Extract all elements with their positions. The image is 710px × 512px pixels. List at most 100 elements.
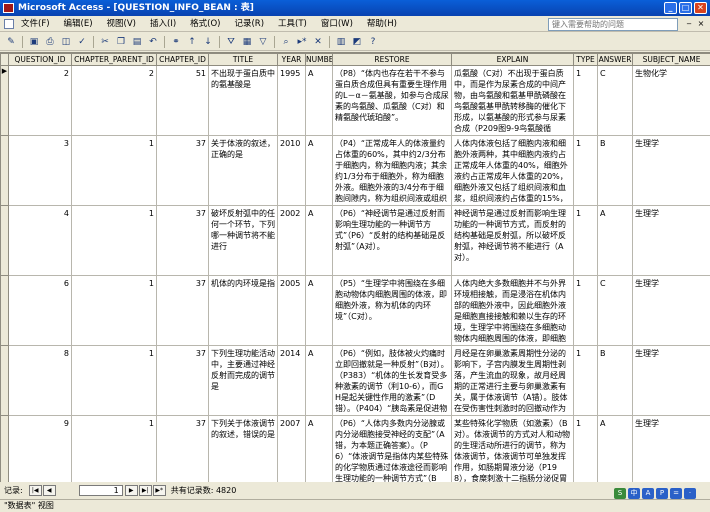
cell-subject-name[interactable]: 生理学 (632, 415, 710, 482)
cell-answer[interactable]: A (597, 205, 633, 276)
cell-chapter-parent-id[interactable]: 1 (71, 415, 157, 482)
column-header[interactable]: QUESTION_ID (8, 53, 72, 66)
row-selector[interactable] (0, 275, 9, 346)
cell-year[interactable]: 2014 (277, 345, 306, 416)
cell-chapter-parent-id[interactable]: 1 (71, 345, 157, 416)
cell-title[interactable]: 机体的内环境是指 (208, 275, 278, 346)
menu-view[interactable]: 视图(V) (100, 16, 143, 32)
cell-number[interactable]: A (305, 275, 333, 346)
doc-close-icon[interactable]: × (696, 18, 706, 30)
table-document-icon[interactable] (4, 18, 14, 29)
select-all-corner[interactable] (0, 53, 9, 66)
column-header[interactable]: RESTORE (332, 53, 452, 66)
menu-insert[interactable]: 插入(I) (143, 16, 183, 32)
new-object-icon[interactable]: ◩ (350, 35, 364, 48)
cell-answer[interactable]: C (597, 65, 633, 136)
first-record-button[interactable]: |◀ (28, 485, 42, 496)
row-selector[interactable] (0, 205, 9, 276)
cell-explain[interactable]: 某些特殊化学物质（如激素）（B对）。体液调节的方式对人和动物的生理活动所进行的调… (451, 415, 574, 482)
cell-title[interactable]: 不出现于蛋白质中的氨基酸是 (208, 65, 278, 136)
cell-chapter-parent-id[interactable]: 1 (71, 275, 157, 346)
menu-window[interactable]: 窗口(W) (314, 16, 360, 32)
cell-chapter-parent-id[interactable]: 1 (71, 205, 157, 276)
cell-restore[interactable]: （P5）“生理学中将围绕在多细胞动物体内细胞周围的体液，即细胞外液，称为机体的内… (332, 275, 452, 346)
ime-dot-icon[interactable]: · (684, 488, 696, 499)
cell-subject-name[interactable]: 生理学 (632, 275, 710, 346)
cell-title[interactable]: 关于体液的叙述，正确的是 (208, 135, 278, 206)
cell-year[interactable]: 2007 (277, 415, 306, 482)
cell-restore[interactable]: （P6）“人体内多数内分泌腺或内分泌细胞接受神经的支配”（A错，为本题正确答案）… (332, 415, 452, 482)
cell-subject-name[interactable]: 生物化学 (632, 65, 710, 136)
undo-icon[interactable]: ↶ (146, 35, 160, 48)
cell-chapter-id[interactable]: 37 (156, 205, 209, 276)
cell-title[interactable]: 下列关于体液调节的叙述，错误的是 (208, 415, 278, 482)
cell-year[interactable]: 2005 (277, 275, 306, 346)
ime-p-icon[interactable]: P (656, 488, 668, 499)
cell-question-id[interactable]: 6 (8, 275, 72, 346)
column-header[interactable]: NUMBER (305, 53, 333, 66)
find-icon[interactable]: ⌕ (279, 35, 293, 48)
row-selector[interactable] (0, 135, 9, 206)
cell-answer[interactable]: A (597, 415, 633, 482)
menu-tools[interactable]: 工具(T) (271, 16, 314, 32)
new-record-icon[interactable]: ▸* (295, 35, 309, 48)
cell-type[interactable]: 1 (573, 135, 598, 206)
cell-restore[interactable]: （P8）“体内也存在若干不参与蛋白质合成但具有重要生理作用的L－α－氨基酸，如参… (332, 65, 452, 136)
column-header[interactable]: ANSWER (597, 53, 633, 66)
column-header[interactable]: TYPE (573, 53, 598, 66)
spelling-icon[interactable]: ✓ (75, 35, 89, 48)
filter-by-form-icon[interactable]: ▦ (240, 35, 254, 48)
menu-file[interactable]: 文件(F) (14, 16, 57, 32)
insert-hyperlink-icon[interactable]: ⚭ (169, 35, 183, 48)
menu-format[interactable]: 格式(O) (183, 16, 227, 32)
cell-answer[interactable]: B (597, 345, 633, 416)
cell-number[interactable]: A (305, 65, 333, 136)
row-selector[interactable]: ▶ (0, 65, 9, 136)
record-number-field[interactable]: 1 (78, 485, 123, 496)
cell-chapter-id[interactable]: 37 (156, 345, 209, 416)
cell-title[interactable]: 破坏反射弧中的任何一个环节，下列哪一种调节将不能进行 (208, 205, 278, 276)
maximize-button[interactable]: □ (679, 2, 692, 14)
menu-records[interactable]: 记录(R) (227, 16, 271, 32)
doc-minimize-icon[interactable]: ‒ (684, 18, 694, 30)
cell-question-id[interactable]: 9 (8, 415, 72, 482)
copy-icon[interactable]: ❐ (114, 35, 128, 48)
cell-explain[interactable]: 瓜氨酸（C对）不出现于蛋白质中，而是作为尿素合成的中间产物，由鸟氨酸和氨基甲酰磷… (451, 65, 574, 136)
ime-equal-icon[interactable]: = (670, 488, 682, 499)
cell-explain[interactable]: 人体内绝大多数细胞并不与外界环境相接触，而是浸浴在机体内部的细胞外液中，因此细胞… (451, 275, 574, 346)
cell-chapter-id[interactable]: 37 (156, 275, 209, 346)
last-record-button[interactable]: ▶| (138, 485, 152, 496)
ime-a-icon[interactable]: A (642, 488, 654, 499)
cell-chapter-parent-id[interactable]: 2 (71, 65, 157, 136)
cell-type[interactable]: 1 (573, 65, 598, 136)
cell-type[interactable]: 1 (573, 205, 598, 276)
cell-question-id[interactable]: 3 (8, 135, 72, 206)
help-icon[interactable]: ? (366, 35, 380, 48)
delete-record-icon[interactable]: ✕ (311, 35, 325, 48)
cell-explain[interactable]: 人体内体液包括了细胞内液和细胞外液两种，其中细胞内液约占正常成年人体重的40%，… (451, 135, 574, 206)
cell-restore[interactable]: （P4）“正常成年人的体液量约占体重的60%，其中约2/3分布于细胞内，称为细胞… (332, 135, 452, 206)
column-header[interactable]: TITLE (208, 53, 278, 66)
column-header[interactable]: CHAPTER_ID (156, 53, 209, 66)
print-preview-icon[interactable]: ◫ (59, 35, 73, 48)
new-record-button[interactable]: ▶* (152, 485, 166, 496)
filter-by-selection-icon[interactable]: ⛛ (224, 35, 238, 48)
save-icon[interactable]: ▣ (27, 35, 41, 48)
sort-descending-icon[interactable]: ↓ (201, 35, 215, 48)
cell-subject-name[interactable]: 生理学 (632, 205, 710, 276)
cell-restore[interactable]: （P6）“神经调节是通过反射而影响生理功能的一种调节方式”（P6）“反射的结构基… (332, 205, 452, 276)
cell-year[interactable]: 2010 (277, 135, 306, 206)
cell-restore[interactable]: （P6）“例如，肢体被火灼痛时立即回撤就是一种反射”（B对）。（P383）“机体… (332, 345, 452, 416)
ime-s-icon[interactable]: S (614, 488, 626, 499)
row-selector[interactable] (0, 345, 9, 416)
cell-answer[interactable]: C (597, 275, 633, 346)
row-selector[interactable] (0, 415, 9, 482)
cell-chapter-id[interactable]: 37 (156, 135, 209, 206)
paste-icon[interactable]: ▤ (130, 35, 144, 48)
sort-ascending-icon[interactable]: ↑ (185, 35, 199, 48)
menu-edit[interactable]: 编辑(E) (57, 16, 100, 32)
cell-type[interactable]: 1 (573, 415, 598, 482)
cell-question-id[interactable]: 8 (8, 345, 72, 416)
apply-filter-icon[interactable]: ▽ (256, 35, 270, 48)
cell-answer[interactable]: B (597, 135, 633, 206)
